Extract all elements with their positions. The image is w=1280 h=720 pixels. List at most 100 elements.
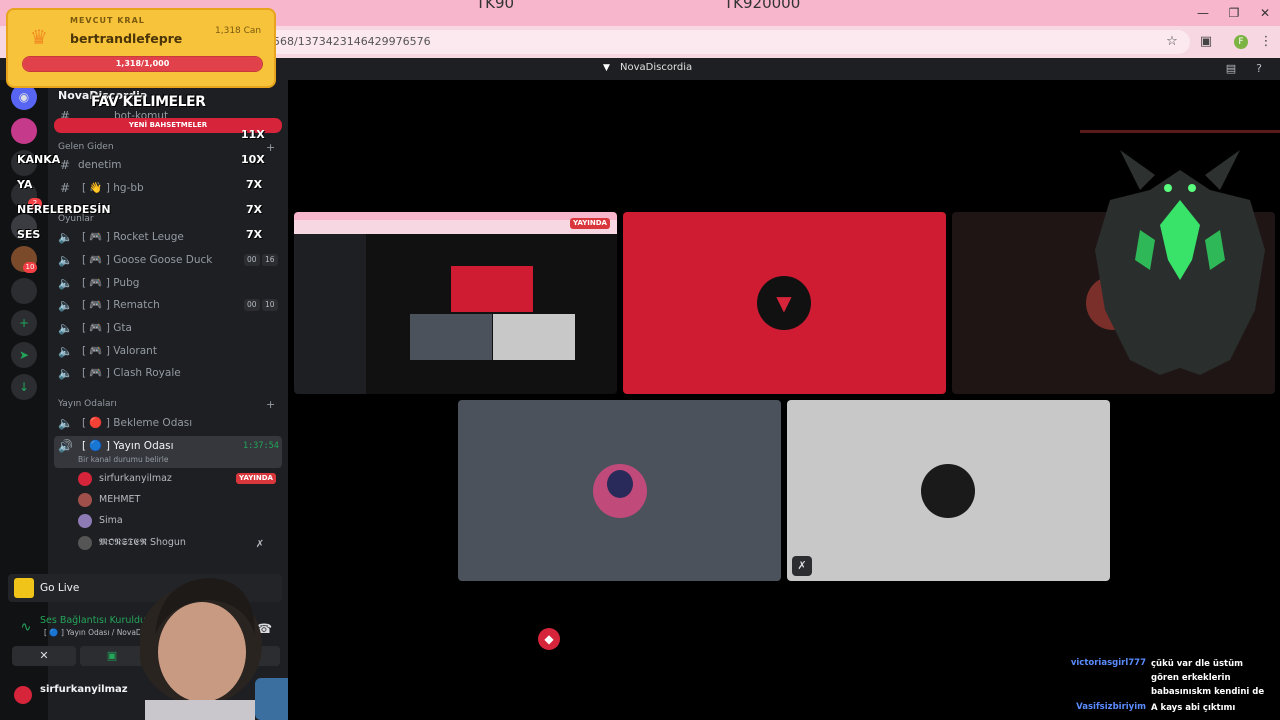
window-title: NovaDiscordia [620, 62, 693, 73]
speaker-icon: 🔈 [58, 298, 73, 312]
member-name: Sima [99, 515, 123, 526]
screen: TK90 TK920000 — ❐ ✕ 568/1373423146429976… [0, 0, 1280, 720]
fav-word: YA [17, 178, 33, 191]
monster-overlay [1080, 130, 1280, 375]
channel-label: denetim [78, 159, 122, 171]
king-label: MEVCUT KRAL [70, 16, 145, 25]
live-badge: YAYINDA [236, 473, 276, 484]
nested-sidebar [294, 234, 366, 394]
fav-word: KANKA [17, 153, 61, 166]
user-count: 00 [244, 254, 260, 266]
add-server-icon[interactable]: + [11, 310, 37, 336]
chat-message: A kays abi çıktımı [1151, 703, 1236, 713]
profile-avatar[interactable]: F [1234, 35, 1248, 49]
voice-channel-rematch[interactable]: 🔈 [ 🎮 ] Rematch 00 10 [54, 295, 282, 315]
server-icon-6[interactable] [11, 278, 37, 304]
speaker-active-icon: 🔊 [58, 439, 73, 453]
fav-words-title: FAV KELIMELER [91, 94, 206, 110]
speaker-icon: 🔈 [58, 276, 73, 290]
hash-icon: # [59, 181, 71, 195]
camera-off-button[interactable]: ✕ [12, 646, 76, 666]
nested-tile-red [451, 266, 533, 312]
channel-label: [ 🎮 ] Valorant [82, 345, 157, 357]
nested-tile-light [493, 314, 575, 360]
avatar [78, 493, 92, 507]
add-channel-icon[interactable]: + [266, 141, 275, 154]
server-logo-icon: ▼ [776, 291, 792, 315]
crown-icon: ♛ [30, 25, 48, 49]
king-progress-bar: 1,318/1,000 [22, 56, 263, 72]
king-hp: 1,318 Can [215, 26, 262, 36]
member-name: MEHMET [99, 494, 141, 505]
signal-icon[interactable]: ∿ [18, 620, 34, 636]
go-live-icon [14, 578, 34, 598]
voice-channel-pubg[interactable]: 🔈 [ 🎮 ] Pubg [54, 273, 282, 293]
channel-label: [ 🔵 ] Yayın Odası [82, 440, 174, 452]
nested-tile-slate [410, 314, 492, 360]
channel-label: [ 🎮 ] Rematch [82, 299, 160, 311]
browser-menu-icon[interactable]: ⋮ [1258, 34, 1274, 50]
nested-toolbar [294, 220, 617, 234]
restore-icon[interactable]: ❐ [1225, 4, 1243, 22]
minimize-icon[interactable]: — [1194, 4, 1212, 22]
participant-tile-slate[interactable] [458, 400, 781, 581]
chat-message: çükü var dle üstüm gören erkeklerin baba… [1151, 659, 1265, 697]
user-count: 00 [244, 299, 260, 311]
close-icon[interactable]: ✕ [1256, 4, 1274, 22]
voice-channel-gta[interactable]: 🔈 [ 🎮 ] Gta [54, 318, 282, 338]
speaker-icon: 🔈 [58, 344, 73, 358]
participant-tile-light[interactable] [787, 400, 1110, 581]
explore-icon[interactable]: ➤ [11, 342, 37, 368]
fav-count: 7X [246, 228, 263, 241]
bookmark-star-icon[interactable]: ☆ [1164, 34, 1180, 50]
avatar [14, 686, 32, 704]
participant-tile-red[interactable]: ▼ [623, 212, 946, 394]
category-yayin-odalari[interactable]: Yayın Odaları [58, 399, 117, 409]
king-progress-text: 1,318/1,000 [115, 59, 170, 68]
nested-tabstrip [294, 212, 617, 220]
live-badge: YAYINDA [570, 218, 610, 229]
channel-status[interactable]: Bir kanal durumu belirle [78, 455, 168, 464]
tab-amount-left: TK90 [476, 0, 515, 12]
voice-connection-status[interactable]: Ses Bağlantısı Kuruldu [40, 615, 146, 626]
fav-count: 7X [246, 178, 263, 191]
extensions-icon[interactable]: ▣ [1198, 34, 1214, 50]
fav-word: SES [17, 228, 41, 241]
channel-label: [ 🎮 ] Clash Royale [82, 367, 181, 379]
voice-channel-bekleme-odasi[interactable]: 🔈 [ 🔴 ] Bekleme Odası [54, 413, 282, 433]
screen-share-button[interactable]: ▣ [80, 646, 144, 666]
call-timer: 1:37:54 [243, 441, 279, 451]
channel-label: [ 🎮 ] Goose Goose Duck [82, 254, 213, 266]
avatar [78, 472, 92, 486]
screen-share-tile[interactable] [294, 212, 617, 394]
tab-amount-right: TK920000 [724, 0, 801, 12]
chat-username: victoriasgirl777 [1070, 658, 1146, 668]
voice-channel-clash-royale[interactable]: 🔈 [ 🎮 ] Clash Royale [54, 363, 282, 383]
fav-count: 10X [241, 153, 265, 166]
inbox-icon[interactable]: ▤ [1224, 62, 1238, 76]
speaker-icon: 🔈 [58, 366, 73, 380]
download-icon[interactable]: ↓ [11, 374, 37, 400]
category-gelen-giden[interactable]: Gelen Giden [58, 142, 114, 152]
king-name: bertrandlefepre [70, 31, 183, 46]
avatar [78, 536, 92, 550]
channel-label: [ 🎮 ] Rocket Leuge [82, 231, 184, 243]
fav-count: 11X [241, 128, 265, 141]
webcam-feed [140, 578, 305, 720]
address-bar[interactable]: 568/1373423146429976576 [265, 30, 1190, 54]
channel-label: [ 🎮 ] Gta [82, 322, 132, 334]
notification-badge: 10 [23, 262, 37, 273]
help-icon[interactable]: ? [1252, 62, 1266, 76]
avatar-detail [607, 470, 633, 498]
user-limit: 16 [262, 254, 278, 266]
voice-channel-valorant[interactable]: 🔈 [ 🎮 ] Valorant [54, 341, 282, 361]
add-channel-icon[interactable]: + [266, 398, 275, 411]
chat-username: Vasifsizbiriyim [1076, 702, 1146, 712]
streamer-logo-icon: ◆ [538, 628, 560, 650]
self-username: sirfurkanyilmaz [40, 684, 128, 695]
avatar [78, 514, 92, 528]
channel-label: [ 🔴 ] Bekleme Odası [82, 417, 193, 429]
server-icon-1[interactable] [11, 118, 37, 144]
speaker-icon: 🔈 [58, 321, 73, 335]
voice-channel-goose-goose-duck[interactable]: 🔈 [ 🎮 ] Goose Goose Duck 00 16 [54, 250, 282, 270]
